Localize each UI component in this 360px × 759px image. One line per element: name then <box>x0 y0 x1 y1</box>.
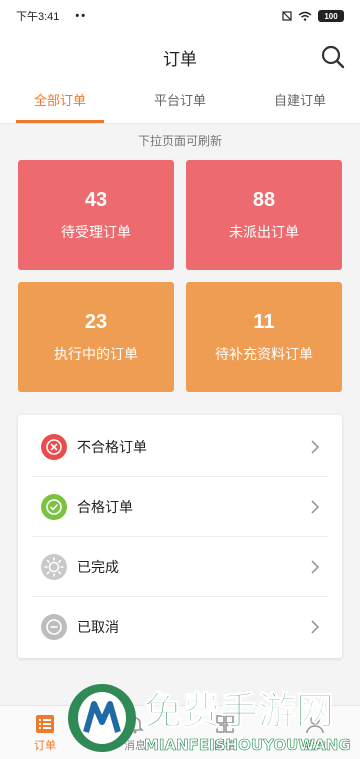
grid-icon <box>216 714 234 733</box>
chevron-right-icon <box>311 440 320 454</box>
signal-off-icon <box>282 11 292 21</box>
card-count: 88 <box>252 188 276 211</box>
card-label: 待受理订单 <box>61 223 131 240</box>
check-circle-icon <box>41 494 67 520</box>
search-icon[interactable] <box>320 44 346 70</box>
status-time: 下午3:41 <box>16 11 60 23</box>
tabbar-item-me[interactable]: 我的 <box>270 706 360 759</box>
card-label: 执行中的订单 <box>54 345 138 362</box>
list-item-cancelled[interactable]: 已取消 <box>32 597 328 657</box>
list-item-label: 不合格订单 <box>77 439 147 455</box>
list-item-label: 已完成 <box>77 559 119 575</box>
card-missing-info-orders[interactable]: 11 待补充资料订单 <box>186 282 342 392</box>
wifi-icon <box>298 11 312 21</box>
card-label: 未派出订单 <box>229 223 299 240</box>
card-count: 11 <box>253 310 275 333</box>
card-in-progress-orders[interactable]: 23 执行中的订单 <box>18 282 174 392</box>
tabbar-item-messages[interactable]: 消息 <box>90 706 180 759</box>
list-item-qualified[interactable]: 合格订单 <box>32 477 328 537</box>
tabbar-item-orders[interactable]: 订单 <box>0 706 90 759</box>
chevron-right-icon <box>311 500 320 514</box>
sun-icon <box>41 554 67 580</box>
battery-icon: 100 <box>318 10 344 22</box>
tabbar-label: 消息 <box>124 739 146 752</box>
tab-platform-orders[interactable]: 平台订单 <box>120 82 240 123</box>
card-undispatched-orders[interactable]: 88 未派出订单 <box>186 160 342 270</box>
status-bar: 下午3:41 •• 100 <box>0 0 360 32</box>
minus-circle-icon <box>41 614 67 640</box>
app-header: 订单 <box>0 32 360 82</box>
list-item-unqualified[interactable]: 不合格订单 <box>32 417 328 477</box>
order-tabs: 全部订单 平台订单 自建订单 <box>0 82 360 124</box>
status-dots: •• <box>75 10 88 22</box>
tab-self-built-orders[interactable]: 自建订单 <box>240 82 360 123</box>
list-item-label: 已取消 <box>77 619 119 635</box>
refresh-hint: 下拉页面可刷新 <box>137 134 222 148</box>
tabbar-label: 订单 <box>34 739 56 752</box>
chevron-right-icon <box>311 620 320 634</box>
chevron-right-icon <box>311 560 320 574</box>
list-item-completed[interactable]: 已完成 <box>32 537 328 597</box>
card-label: 待补充资料订单 <box>215 345 313 362</box>
card-pending-orders[interactable]: 43 待受理订单 <box>18 160 174 270</box>
order-status-list: 不合格订单 合格订单 已完成 已取消 <box>18 415 342 658</box>
order-list-icon <box>36 714 54 733</box>
tabbar-item-network[interactable]: 网络 <box>180 706 270 759</box>
status-right: 100 <box>282 10 344 22</box>
tab-all-orders[interactable]: 全部订单 <box>0 82 120 123</box>
page-title: 订单 <box>163 49 197 69</box>
tabbar-label: 网络 <box>214 739 236 752</box>
x-circle-icon <box>41 434 67 460</box>
card-count: 23 <box>84 310 108 333</box>
person-icon <box>306 714 324 733</box>
bottom-tab-bar: 订单 消息 网络 我的 <box>0 705 360 759</box>
card-count: 43 <box>84 188 108 211</box>
bell-icon <box>126 716 144 733</box>
list-item-label: 合格订单 <box>77 499 133 515</box>
tabbar-label: 我的 <box>304 739 326 752</box>
